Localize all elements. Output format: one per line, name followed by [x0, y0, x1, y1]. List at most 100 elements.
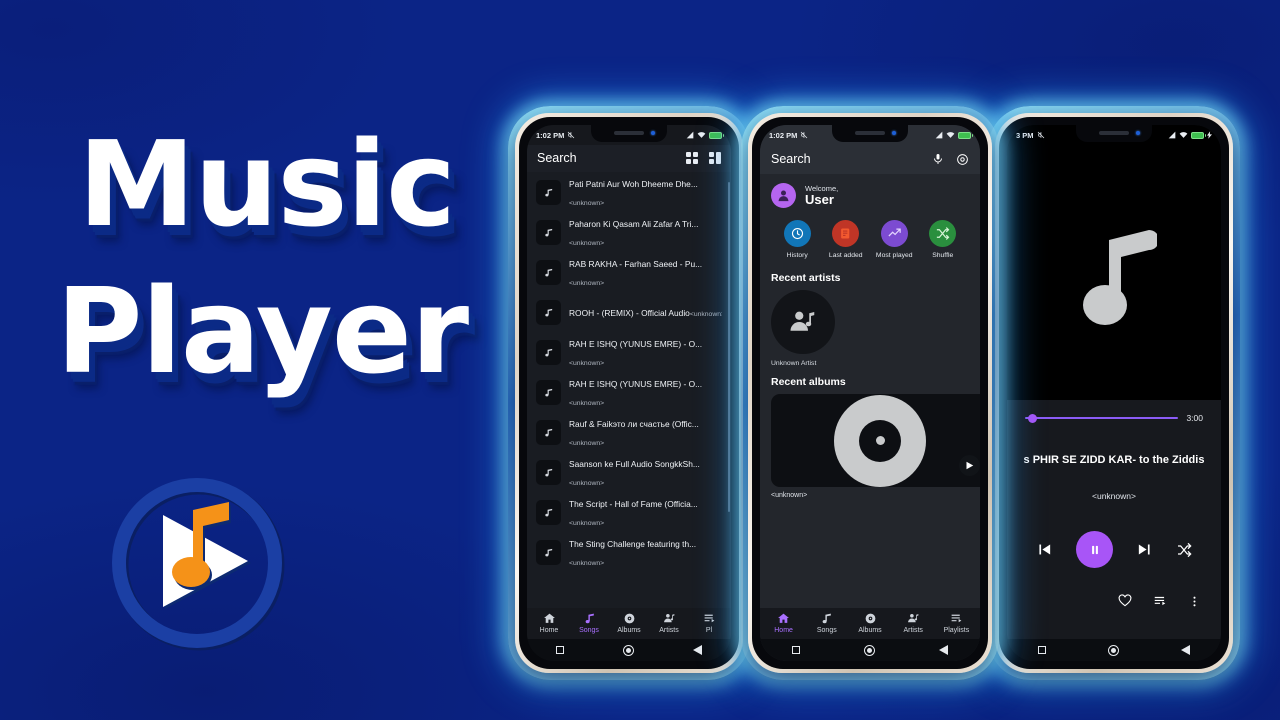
square-icon[interactable]: [556, 646, 565, 654]
music-note-icon: [536, 259, 561, 285]
list-item[interactable]: Paharon Ki Qasam Ali Zafar A Tri... <unkn…: [527, 212, 731, 252]
song-artist: <unknown>: [569, 360, 605, 367]
tab-playlists[interactable]: Playlists: [935, 612, 978, 634]
more-vertical-icon[interactable]: [1188, 595, 1201, 608]
square-icon[interactable]: [792, 646, 800, 654]
signal-icon: [935, 131, 943, 139]
seek-handle[interactable]: [1028, 413, 1038, 423]
phone-frame: 1:02 PM Search: [515, 113, 743, 673]
playlist-icon: [704, 614, 714, 623]
list-item[interactable]: ROOH - (REMIX) - Official Audio<unknown>: [527, 292, 731, 332]
mute-icon: [1037, 131, 1044, 139]
music-note-icon: [536, 339, 561, 365]
circle-icon[interactable]: [864, 644, 875, 656]
seek-bar-row[interactable]: 3:00: [1007, 400, 1221, 424]
pause-button[interactable]: [1076, 531, 1113, 568]
welcome-username: User: [805, 191, 834, 207]
tab-songs[interactable]: Songs: [569, 612, 609, 634]
triangle-back-icon[interactable]: [1181, 645, 1190, 655]
bottom-tab-bar[interactable]: Home Songs Albums Artists Pl: [527, 608, 731, 639]
tab-albums[interactable]: Albums: [609, 612, 649, 634]
quick-action-most-played[interactable]: Most played: [870, 220, 919, 259]
circle-icon[interactable]: [1108, 644, 1119, 656]
recent-artists-row[interactable]: Unknown Artist: [771, 290, 969, 367]
tab-home[interactable]: Home: [762, 612, 805, 634]
tab-artists[interactable]: Artists: [649, 612, 689, 634]
song-title: RAH E ISHQ (YUNUS EMRE) - O...: [569, 339, 703, 349]
tab-albums[interactable]: Albums: [848, 612, 891, 634]
disc-icon: [624, 613, 634, 624]
search-input[interactable]: Search: [537, 151, 577, 165]
mute-icon: [801, 131, 808, 139]
song-artist: <unknown>: [569, 240, 605, 247]
triangle-back-icon[interactable]: [692, 645, 702, 655]
album-card[interactable]: [771, 394, 980, 487]
song-title: ROOH - (REMIX) - Official Audio: [569, 308, 690, 318]
song-artist: <unknown>: [569, 280, 605, 287]
music-note-icon: [536, 179, 561, 205]
phone-left: 1:02 PM Search Pati Patni Aur Woh Dheeme…: [508, 106, 750, 680]
search-input[interactable]: Search: [771, 152, 811, 166]
vinyl-disc-icon: [834, 394, 926, 487]
song-artist: <unknown>: [569, 440, 605, 447]
shuffle-icon: [929, 220, 957, 247]
list-item[interactable]: Pati Patni Aur Woh Dheeme Dhe... <unknown…: [527, 172, 731, 212]
quick-actions-row[interactable]: History Last added Most played Shuffle: [771, 210, 969, 263]
page-title-line1: Music: [78, 115, 456, 253]
phone-bezel: 1:02 PM Search: [519, 117, 739, 669]
list-item[interactable]: The Sting Challenge featuring th... <unkn…: [527, 532, 731, 572]
list-view-icon[interactable]: [709, 152, 721, 164]
status-bar: 1:02 PM: [760, 125, 980, 145]
earpiece-speaker: [855, 131, 885, 135]
list-item[interactable]: RAH E ISHQ (YUNUS EMRE) - O... <unknown>: [527, 332, 731, 372]
android-nav-bar[interactable]: [1007, 639, 1221, 661]
gear-icon[interactable]: [956, 153, 969, 166]
player-controls[interactable]: [1007, 531, 1221, 568]
android-nav-bar[interactable]: [760, 639, 980, 661]
android-nav-bar[interactable]: [527, 639, 731, 661]
trending-up-icon: [880, 220, 908, 247]
list-item[interactable]: The Script - Hall of Fame (Officia... <un…: [527, 492, 731, 532]
page-title-line2: Player: [56, 262, 469, 400]
tab-artists[interactable]: Artists: [892, 612, 935, 634]
grid-view-icon[interactable]: [686, 152, 698, 164]
triangle-back-icon[interactable]: [939, 645, 948, 655]
playlist-icon: [951, 614, 962, 623]
quick-action-history[interactable]: History: [773, 220, 822, 259]
tab-pl[interactable]: Pl: [689, 612, 729, 634]
music-note-icon: [536, 459, 561, 485]
queue-icon[interactable]: [1153, 594, 1167, 608]
list-item[interactable]: RAH E ISHQ (YUNUS EMRE) - O... <unknown>: [527, 372, 731, 412]
notch: [591, 125, 667, 142]
scrollbar[interactable]: [728, 182, 730, 512]
artist-card[interactable]: Unknown Artist: [771, 290, 835, 367]
circle-icon[interactable]: [622, 644, 634, 656]
list-item[interactable]: Rauf & Faikэто ли счастье (Offic... <unkn…: [527, 412, 731, 452]
quick-action-shuffle[interactable]: Shuffle: [919, 220, 968, 259]
square-icon[interactable]: [1038, 646, 1046, 654]
tab-songs[interactable]: Songs: [805, 612, 848, 634]
list-item[interactable]: RAB RAKHA - Farhan Saeed - Pu... <unknown…: [527, 252, 731, 292]
phone-frame: 1:02 PM Search: [748, 113, 992, 673]
recent-albums-row[interactable]: [771, 394, 980, 487]
microphone-icon[interactable]: [932, 153, 944, 165]
skip-next-icon[interactable]: [1136, 541, 1153, 558]
song-list[interactable]: Pati Patni Aur Woh Dheeme Dhe... <unknown…: [527, 172, 731, 608]
quick-action-last-added[interactable]: Last added: [822, 220, 871, 259]
skip-previous-icon[interactable]: [1036, 541, 1053, 558]
player-secondary-actions[interactable]: [1007, 568, 1221, 608]
artist-icon: [663, 614, 674, 623]
seek-slider[interactable]: [1025, 412, 1179, 424]
bottom-tab-bar[interactable]: Home Songs Albums Artists Playlists: [760, 608, 980, 639]
library-add-icon: [832, 220, 860, 247]
quick-action-label: History: [786, 252, 808, 259]
tab-home[interactable]: Home: [529, 612, 569, 634]
user-avatar-icon[interactable]: [771, 183, 796, 208]
heart-icon[interactable]: [1118, 594, 1132, 608]
tab-label: Artists: [659, 627, 679, 634]
battery-icon: [958, 131, 973, 139]
shuffle-icon[interactable]: [1176, 542, 1192, 558]
play-icon[interactable]: [959, 455, 980, 476]
list-item[interactable]: Saanson ke Full Audio SongkkSh... <unknow…: [527, 452, 731, 492]
phone-bezel: 3 PM 3:00 s PHIR SE ZIDD KAR- to the Zid…: [999, 117, 1229, 669]
